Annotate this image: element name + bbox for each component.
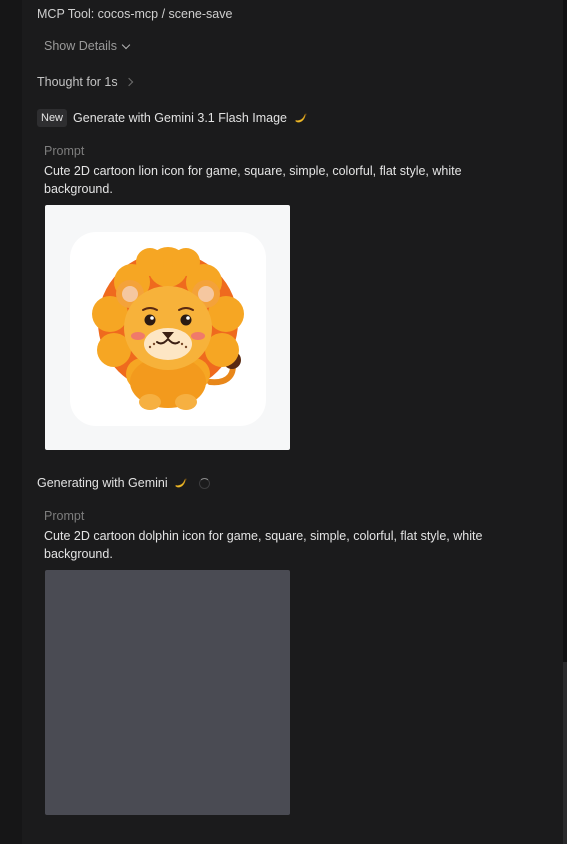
loading-spinner-icon xyxy=(198,477,210,489)
banana-icon xyxy=(175,478,187,487)
lion-icon xyxy=(92,247,244,410)
chevron-down-icon xyxy=(121,40,131,49)
lion-icon-frame xyxy=(70,232,266,426)
thought-label: Thought for 1s xyxy=(37,75,118,89)
generating-label: Generating with Gemini xyxy=(37,476,168,490)
generation-header: New Generate with Gemini 3.1 Flash Image xyxy=(37,109,308,127)
generated-image-lion[interactable] xyxy=(45,205,290,450)
prompt-label: Prompt xyxy=(44,509,85,523)
left-gutter xyxy=(0,0,22,844)
prompt-text: Cute 2D cartoon lion icon for game, squa… xyxy=(44,164,462,196)
scrollbar-track[interactable] xyxy=(563,0,567,844)
image-placeholder xyxy=(45,570,290,815)
banana-icon xyxy=(295,113,307,122)
generation-title: Generate with Gemini 3.1 Flash Image xyxy=(73,111,288,125)
thought-toggle[interactable]: Thought for 1s xyxy=(37,74,133,90)
prompt-text: Cute 2D cartoon dolphin icon for game, s… xyxy=(44,529,483,561)
chevron-right-icon xyxy=(124,77,133,87)
generating-status: Generating with Gemini xyxy=(37,475,210,491)
new-badge: New xyxy=(37,109,68,127)
prompt-label: Prompt xyxy=(44,144,85,158)
show-details-label: Show Details xyxy=(44,39,117,53)
mcp-tool-title: MCP Tool: cocos-mcp / scene-save xyxy=(37,7,233,21)
show-details-toggle[interactable]: Show Details xyxy=(44,38,131,54)
scrollbar-thumb[interactable] xyxy=(563,662,567,844)
chat-panel: MCP Tool: cocos-mcp / scene-save Show De… xyxy=(0,0,567,844)
